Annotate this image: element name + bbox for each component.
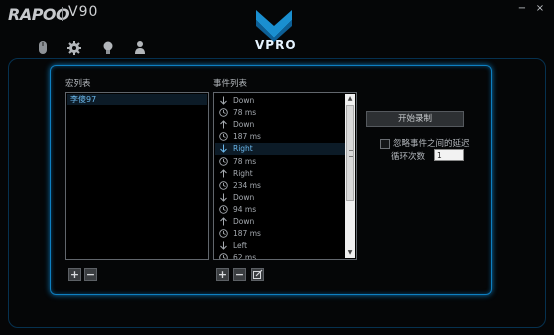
remove-macro-button[interactable]: − xyxy=(84,268,97,281)
event-text: Down xyxy=(233,120,255,130)
event-text: Down xyxy=(233,96,255,105)
scroll-down-icon[interactable]: ▼ xyxy=(345,248,355,258)
clock-icon xyxy=(219,229,228,238)
event-text: 94 ms xyxy=(233,204,257,214)
event-row[interactable]: 78 ms xyxy=(215,107,345,119)
event-row[interactable]: Down xyxy=(215,95,345,107)
mouse-icon[interactable] xyxy=(36,40,50,56)
clock-icon xyxy=(219,205,228,214)
arrow-down-icon xyxy=(219,144,228,154)
event-row[interactable]: Down xyxy=(215,119,345,131)
start-record-button[interactable]: 开始录制 xyxy=(366,111,464,127)
brand-divider xyxy=(62,7,63,21)
clock-icon xyxy=(219,132,228,142)
arrow-down-icon xyxy=(219,96,228,105)
ignore-delay-label: 忽略事件之间的延迟 xyxy=(393,139,470,149)
event-text: 78 ms xyxy=(233,108,257,118)
close-button[interactable]: × xyxy=(534,4,546,14)
event-row[interactable]: 62 ms xyxy=(215,252,345,260)
event-text: 187 ms xyxy=(233,229,261,239)
loop-count-input[interactable]: 1 xyxy=(434,149,464,161)
macro-list-item[interactable]: 李傻97 xyxy=(67,94,207,105)
macro-list[interactable]: 李傻97 xyxy=(65,92,209,260)
event-text: 78 ms xyxy=(233,156,257,166)
event-row[interactable]: Down xyxy=(215,216,345,228)
event-row[interactable]: Right xyxy=(215,143,345,156)
clock-icon xyxy=(219,156,228,166)
logo-text: VPRO xyxy=(255,38,297,52)
user-icon[interactable] xyxy=(133,40,147,56)
arrow-down-icon xyxy=(219,241,228,250)
event-text: Right xyxy=(233,144,253,154)
event-row[interactable]: 234 ms xyxy=(215,180,345,192)
event-row[interactable]: 94 ms xyxy=(215,204,345,216)
event-row[interactable]: Left xyxy=(215,240,345,252)
remove-event-button[interactable]: − xyxy=(233,268,246,281)
edit-icon xyxy=(253,269,263,279)
macro-list-label: 宏列表 xyxy=(65,79,91,89)
add-macro-button[interactable]: + xyxy=(68,268,81,281)
minimize-button[interactable]: − xyxy=(516,4,528,14)
event-row[interactable]: Down xyxy=(215,192,345,204)
event-row[interactable]: 187 ms xyxy=(215,228,345,240)
event-row[interactable]: Right xyxy=(215,168,345,180)
event-list-label: 事件列表 xyxy=(213,79,248,89)
event-text: 234 ms xyxy=(233,180,261,190)
event-text: Left xyxy=(233,241,248,251)
arrow-down-icon xyxy=(219,193,228,202)
event-text: 187 ms xyxy=(233,132,261,142)
arrow-up-icon xyxy=(219,217,228,226)
event-list[interactable]: 62 ms Left 187 ms Down 94 ms Down 234 ms Right 7… xyxy=(213,92,357,260)
gear-icon[interactable] xyxy=(67,40,81,56)
event-row[interactable]: 187 ms xyxy=(215,131,345,143)
clock-icon xyxy=(219,253,228,259)
model-name: V90 xyxy=(68,4,99,20)
ignore-delay-checkbox[interactable] xyxy=(380,139,390,149)
loop-count-label: 循环次数 xyxy=(391,152,426,162)
event-text: Down xyxy=(233,192,255,202)
event-text: 62 ms xyxy=(233,253,257,260)
arrow-up-icon xyxy=(219,120,228,129)
lightbulb-icon[interactable] xyxy=(101,40,115,56)
scroll-thumb[interactable] xyxy=(346,105,354,201)
edit-event-button[interactable] xyxy=(251,268,264,281)
event-list-scrollbar[interactable]: ▲ ▼ xyxy=(345,94,355,258)
event-text: Right xyxy=(233,168,253,178)
add-event-button[interactable]: + xyxy=(216,268,229,281)
clock-icon xyxy=(219,108,228,117)
event-row[interactable]: 78 ms xyxy=(215,156,345,168)
scroll-up-icon[interactable]: ▲ xyxy=(345,94,355,104)
clock-icon xyxy=(219,180,228,190)
brand-logo: RAPOO xyxy=(8,5,70,24)
event-text: Down xyxy=(233,217,255,226)
arrow-up-icon xyxy=(219,168,228,178)
